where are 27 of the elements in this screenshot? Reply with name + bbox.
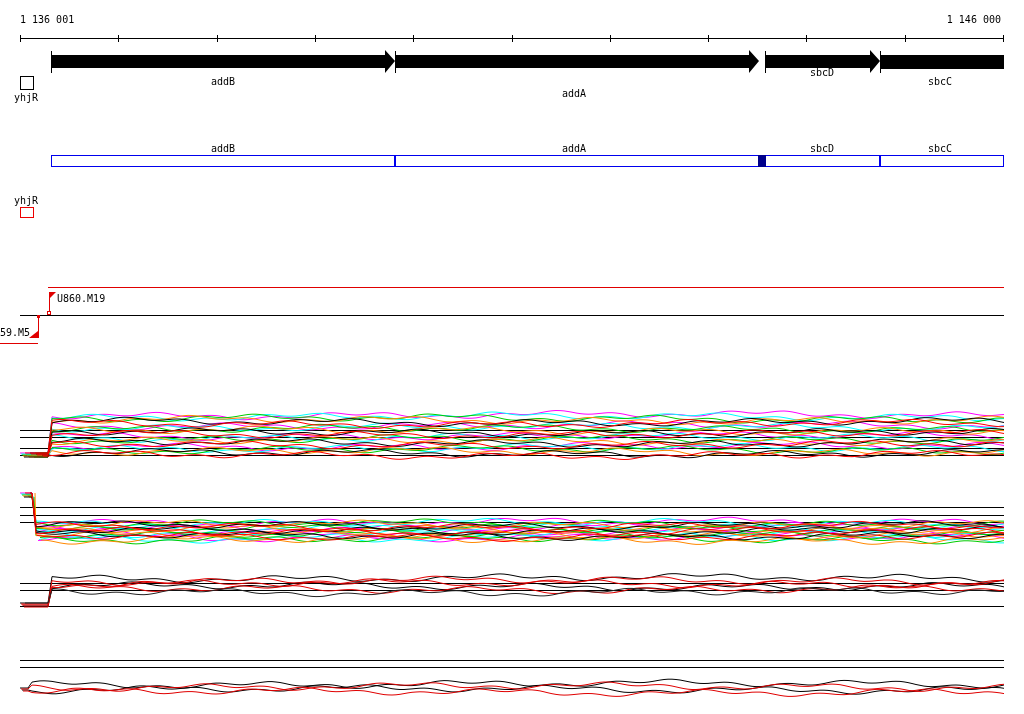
- annotation-box[interactable]: [765, 155, 880, 167]
- gene-label: yhjR: [13, 92, 39, 103]
- annotation-box[interactable]: [51, 155, 395, 167]
- ruler-end-label: 1 146 000: [946, 14, 1001, 25]
- marker-flag[interactable]: [47, 292, 56, 315]
- gene-arrow[interactable]: [765, 50, 880, 74]
- marker-label: U860.M19: [57, 293, 106, 304]
- annotation-block: [758, 155, 766, 167]
- marker-flag[interactable]: [29, 315, 40, 339]
- annotation-label: yhjR: [13, 195, 39, 206]
- gene-arrow[interactable]: [880, 50, 1004, 74]
- ruler-start-label: 1 136 001: [20, 14, 75, 25]
- gene-label: addB: [210, 76, 236, 87]
- annotation-label: sbcC: [927, 143, 953, 154]
- gene-box[interactable]: [20, 76, 34, 90]
- gene-label: addA: [561, 88, 587, 99]
- annotation-box[interactable]: [395, 155, 759, 167]
- marker-label: 59.M5: [0, 327, 31, 338]
- gene-label: sbcD: [809, 67, 835, 78]
- gene-arrow[interactable]: [51, 50, 395, 74]
- gene-label: sbcC: [927, 76, 953, 87]
- annotation-box[interactable]: [20, 207, 34, 218]
- annotation-label: addA: [561, 143, 587, 154]
- gene-arrow[interactable]: [395, 50, 759, 74]
- annotation-label: addB: [210, 143, 236, 154]
- annotation-box[interactable]: [880, 155, 1004, 167]
- annotation-label: sbcD: [809, 143, 835, 154]
